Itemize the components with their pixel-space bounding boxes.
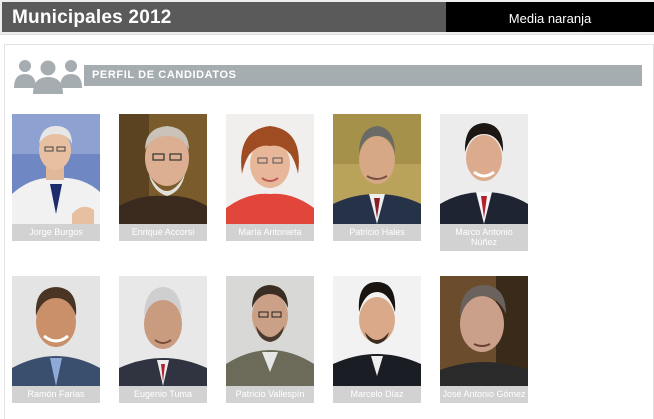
candidate-name[interactable]: Patricio Vallespín [226, 386, 314, 403]
candidate-name[interactable]: José Antonio Gómez [440, 386, 528, 403]
candidate-name[interactable]: Ramón Farías [12, 386, 100, 403]
candidate-name[interactable]: Marcelo Díaz [333, 386, 421, 403]
candidate-photo[interactable] [333, 276, 421, 386]
candidate-name[interactable]: Patricio Hales [333, 224, 421, 241]
candidate-name[interactable]: Jorge Burgos [12, 224, 100, 241]
candidate-photo[interactable] [440, 114, 528, 224]
section-heading: PERFIL DE CANDIDATOS [84, 65, 642, 86]
candidate-name[interactable]: María Antonieta [226, 224, 314, 241]
brand-bar[interactable]: Media naranja [446, 2, 654, 32]
candidate-name[interactable]: Eugenio Tuma [119, 386, 207, 403]
page-title: Municipales 2012 [12, 7, 172, 28]
candidate-photo[interactable] [119, 114, 207, 224]
section-title: PERFIL DE CANDIDATOS [92, 69, 237, 81]
candidate-name[interactable]: Marco Antonio Núñez [440, 224, 528, 251]
candidate-photo[interactable] [12, 276, 100, 386]
site-header: Municipales 2012 Media naranja [0, 0, 654, 35]
title-bar: Municipales 2012 [2, 2, 446, 32]
candidate-photo[interactable] [119, 276, 207, 386]
candidate-photo[interactable] [226, 114, 314, 224]
candidate-photo[interactable] [12, 114, 100, 224]
people-group-icon [14, 60, 82, 94]
candidate-photo[interactable] [333, 114, 421, 224]
brand-name[interactable]: Media naranja [446, 11, 654, 26]
candidate-name[interactable]: Enrique Accorsi [119, 224, 207, 241]
candidate-photo[interactable] [440, 276, 528, 386]
candidate-photo[interactable] [226, 276, 314, 386]
candidates-section [4, 44, 654, 419]
